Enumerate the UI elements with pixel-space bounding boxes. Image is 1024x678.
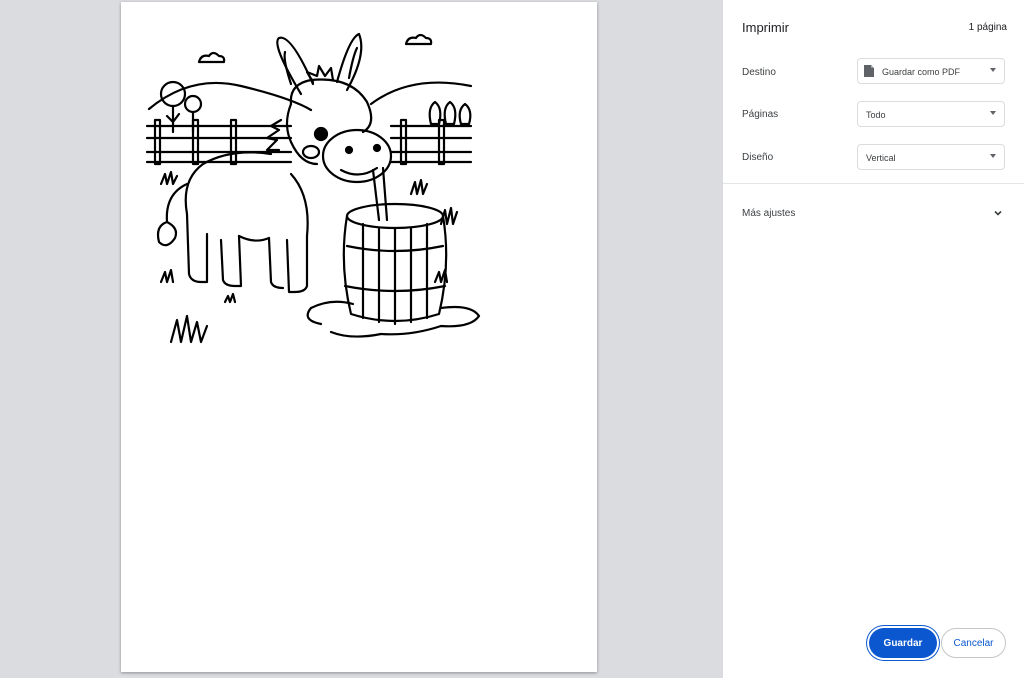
dropdown-arrow-icon bbox=[990, 68, 996, 72]
save-button[interactable]: Guardar bbox=[869, 628, 937, 658]
cancel-button[interactable]: Cancelar bbox=[941, 628, 1006, 658]
dropdown-arrow-icon bbox=[990, 111, 996, 115]
pages-select[interactable]: Todo bbox=[857, 101, 1005, 127]
layout-label: Diseño bbox=[742, 152, 774, 163]
layout-select[interactable]: Vertical bbox=[857, 144, 1005, 170]
more-settings-toggle[interactable]: Más ajustes bbox=[742, 208, 795, 219]
pages-label: Páginas bbox=[742, 109, 779, 120]
section-divider bbox=[723, 183, 1024, 184]
print-preview-area bbox=[0, 0, 723, 678]
preview-page bbox=[121, 2, 597, 672]
print-settings-panel: Imprimir 1 página Destino Guardar como P… bbox=[723, 0, 1024, 678]
donkey-coloring-illustration bbox=[145, 32, 481, 344]
sheet-count: 1 página bbox=[968, 22, 1007, 33]
dialog-title: Imprimir bbox=[742, 20, 789, 35]
layout-value: Vertical bbox=[866, 153, 896, 163]
dropdown-arrow-icon bbox=[990, 154, 996, 158]
destination-select[interactable]: Guardar como PDF bbox=[857, 58, 1005, 84]
document-icon bbox=[864, 65, 874, 77]
pages-value: Todo bbox=[866, 110, 886, 120]
chevron-down-icon[interactable] bbox=[993, 208, 1003, 218]
destination-label: Destino bbox=[742, 67, 776, 78]
destination-value: Guardar como PDF bbox=[882, 67, 961, 77]
